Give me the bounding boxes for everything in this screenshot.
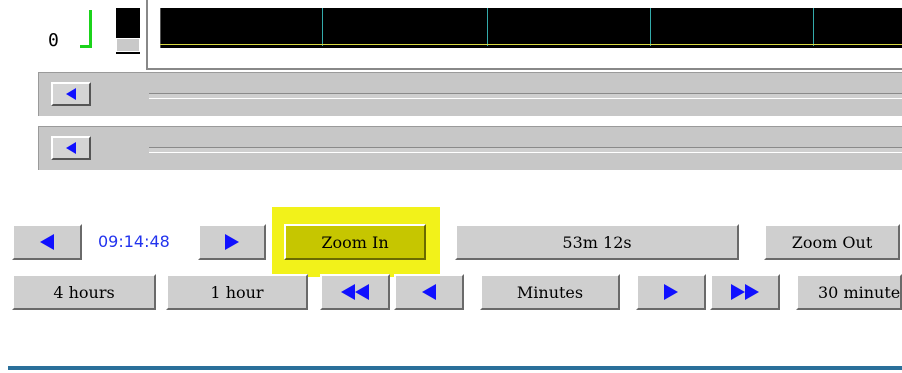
double-left-triangle-icon <box>341 284 369 300</box>
current-time: 09:14:48 <box>98 232 170 251</box>
fast-back-button[interactable] <box>320 274 390 310</box>
plot-grid-line <box>487 8 488 46</box>
step-forward-small-button[interactable] <box>636 274 706 310</box>
step-forward-button[interactable] <box>198 224 266 260</box>
fast-forward-button[interactable] <box>710 274 780 310</box>
duration-display: 53m 12s <box>455 224 739 260</box>
plot-area <box>160 8 902 48</box>
scroll-left-button[interactable] <box>51 82 91 106</box>
bottom-divider <box>8 366 902 370</box>
zoom-out-button[interactable]: Zoom Out <box>764 224 900 260</box>
step-back-small-button[interactable] <box>394 274 464 310</box>
left-triangle-icon <box>66 142 76 154</box>
range-minutes-button[interactable]: Minutes <box>480 274 620 310</box>
scroll-panel-2 <box>38 126 902 170</box>
right-triangle-icon <box>225 234 239 250</box>
plot-trace <box>160 44 902 45</box>
left-triangle-icon <box>66 88 76 100</box>
double-right-triangle-icon <box>731 284 759 300</box>
plot-grid-line <box>650 8 651 46</box>
scroll-track[interactable] <box>149 147 902 153</box>
zoom-in-button[interactable]: Zoom In <box>284 224 426 260</box>
axis-zero-label: 0 <box>48 30 59 51</box>
plot-grid-line <box>813 8 814 46</box>
plot-grid-line <box>322 8 323 46</box>
step-back-button[interactable] <box>12 224 82 260</box>
left-triangle-icon <box>422 284 436 300</box>
scroll-track[interactable] <box>149 93 902 99</box>
level-meter-knob[interactable] <box>116 38 140 52</box>
scroll-panel-1 <box>38 72 902 116</box>
left-triangle-icon <box>40 234 54 250</box>
range-1-hour-button[interactable]: 1 hour <box>166 274 308 310</box>
level-marker <box>80 10 92 48</box>
range-30-minutes-button[interactable]: 30 minute <box>796 274 902 310</box>
scroll-left-button[interactable] <box>51 136 91 160</box>
range-4-hours-button[interactable]: 4 hours <box>12 274 156 310</box>
right-triangle-icon <box>664 284 678 300</box>
